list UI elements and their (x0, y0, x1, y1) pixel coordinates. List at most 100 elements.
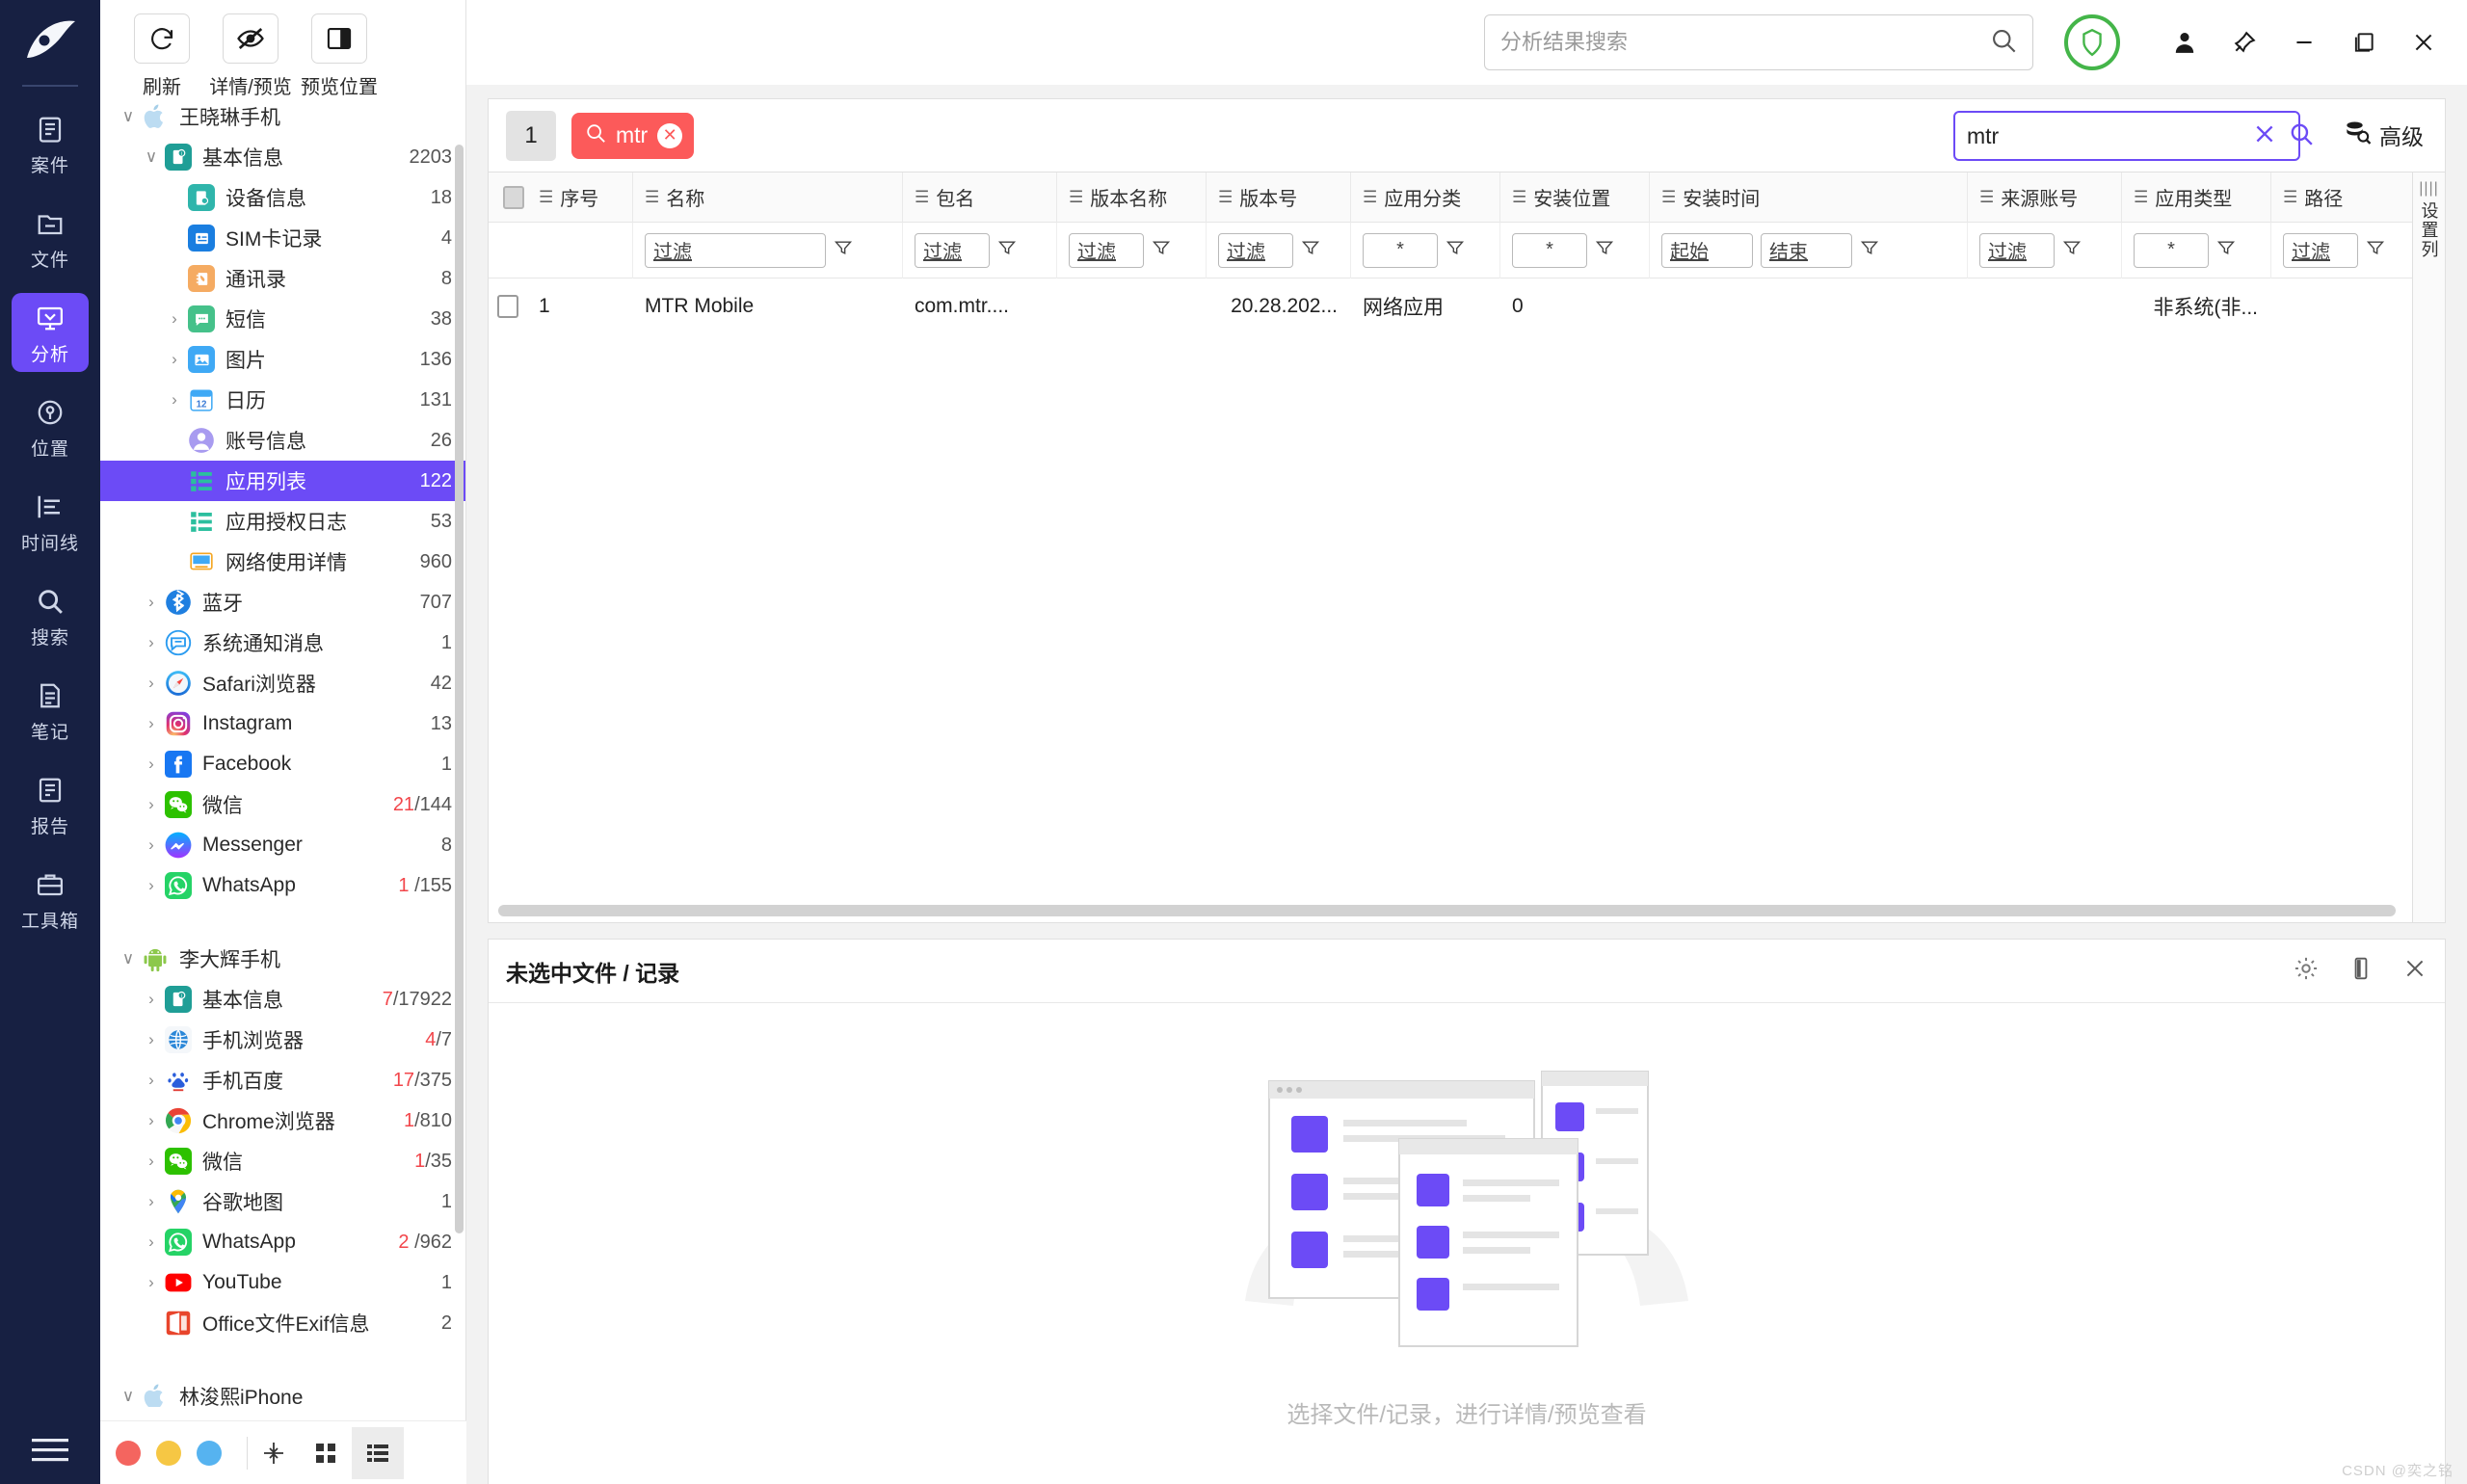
chevron-right-icon[interactable]: › (139, 876, 164, 895)
column-header-package[interactable]: ☰包名 (903, 172, 1057, 223)
tree-node[interactable]: ›微信1/35 (100, 1141, 465, 1181)
rail-item-工具箱[interactable]: 工具箱 (12, 860, 89, 939)
status-dot-yellow[interactable] (156, 1441, 181, 1466)
menu-burger-button[interactable] (0, 1438, 100, 1463)
tree-node[interactable]: ›WhatsApp2 /962 (100, 1222, 465, 1262)
select-all-checkbox[interactable] (489, 172, 527, 223)
chevron-right-icon[interactable]: › (162, 309, 187, 329)
column-menu-icon[interactable]: ☰ (1979, 188, 1994, 207)
column-header-account[interactable]: ☰来源账号 (1968, 172, 2122, 223)
column-menu-icon[interactable]: ☰ (645, 188, 659, 207)
column-header-installpos[interactable]: ☰安装位置 (1500, 172, 1650, 223)
tree-node[interactable]: 应用列表122 (100, 461, 465, 501)
checkbox-icon[interactable] (503, 186, 524, 209)
rail-item-分析[interactable]: 分析 (12, 293, 89, 372)
filter-funnel-icon[interactable] (1595, 238, 1614, 263)
chevron-right-icon[interactable]: › (139, 835, 164, 855)
maximize-icon[interactable] (2348, 26, 2380, 59)
global-search-input[interactable] (1500, 30, 1990, 55)
chevron-right-icon[interactable]: › (162, 350, 187, 369)
chevron-right-icon[interactable]: › (139, 1192, 164, 1211)
column-header-vername[interactable]: ☰版本名称 (1057, 172, 1207, 223)
checkbox-icon[interactable] (497, 295, 518, 318)
chevron-down-icon[interactable]: ∨ (116, 1387, 141, 1406)
chevron-right-icon[interactable]: › (139, 990, 164, 1009)
chevron-right-icon[interactable]: › (139, 1030, 164, 1049)
chevron-right-icon[interactable]: › (139, 755, 164, 774)
filter-funnel-icon[interactable] (997, 238, 1017, 263)
column-header-seq[interactable]: ☰序号 (527, 172, 633, 223)
search-icon[interactable] (1990, 27, 2017, 59)
chevron-right-icon[interactable]: › (139, 593, 164, 612)
list-view-icon[interactable] (352, 1427, 404, 1479)
tree-node[interactable]: 设备信息18 (100, 177, 465, 218)
panel-layout-icon[interactable] (2348, 956, 2374, 986)
chevron-right-icon[interactable]: › (162, 390, 187, 410)
tree-node[interactable]: SIM卡记录4 (100, 218, 465, 258)
tree-node[interactable]: ∨林浚熙iPhone (100, 1376, 465, 1407)
column-menu-icon[interactable]: ☰ (915, 188, 929, 207)
tree-node[interactable]: ›WhatsApp1 /155 (100, 865, 465, 906)
tree-node[interactable]: ›Facebook1 (100, 744, 465, 784)
pin-icon[interactable] (2228, 26, 2261, 59)
filter-funnel-icon[interactable] (2216, 238, 2236, 263)
chevron-right-icon[interactable]: › (139, 1111, 164, 1130)
device-tree[interactable]: ∨王晓琳手机∨i基本信息2203设备信息18SIM卡记录4通讯录8›短信38›图… (100, 96, 465, 1407)
rail-item-笔记[interactable]: 笔记 (12, 671, 89, 750)
chevron-down-icon[interactable]: ∨ (116, 107, 141, 126)
chevron-down-icon[interactable]: ∨ (139, 147, 164, 167)
result-search-box[interactable] (1953, 111, 2300, 161)
tree-node[interactable]: ›蓝牙707 (100, 582, 465, 623)
tree-node[interactable]: ›i基本信息7/17922 (100, 979, 465, 1020)
column-header-vercode[interactable]: ☰版本号 (1207, 172, 1351, 223)
search-tag-chip[interactable]: mtr ✕ (571, 113, 694, 159)
refresh-button[interactable]: 刷新 (118, 13, 206, 99)
tree-node[interactable]: ∨王晓琳手机 (100, 96, 465, 137)
column-menu-icon[interactable]: ☰ (1363, 188, 1377, 207)
tree-node[interactable]: 网络使用详情960 (100, 542, 465, 582)
chevron-right-icon[interactable]: › (139, 1152, 164, 1171)
filter-funnel-icon[interactable] (1446, 238, 1465, 263)
rail-item-文件[interactable]: 文件 (12, 199, 89, 278)
row-checkbox[interactable] (489, 278, 527, 334)
column-menu-icon[interactable]: ☰ (1218, 188, 1233, 207)
tree-node[interactable]: 应用授权日志53 (100, 501, 465, 542)
minimize-icon[interactable] (2288, 26, 2321, 59)
tree-node[interactable]: 账号信息26 (100, 420, 465, 461)
clear-icon[interactable] (2252, 121, 2277, 151)
table-row[interactable]: 1MTR Mobilecom.mtr....20.28.202...网络应用0非… (489, 278, 2445, 334)
rail-item-搜索[interactable]: 搜索 (12, 576, 89, 655)
tree-node[interactable]: ›系统通知消息1 (100, 623, 465, 663)
column-menu-icon[interactable]: ☰ (2134, 188, 2148, 207)
result-search-input[interactable] (1967, 123, 2252, 149)
filter-input-vercode[interactable]: 过滤 (1218, 233, 1293, 268)
tree-scrollbar[interactable] (455, 145, 464, 1233)
table-horizontal-scrollbar[interactable] (489, 905, 2445, 916)
chevron-right-icon[interactable]: › (139, 1273, 164, 1292)
filter-input-category[interactable]: * (1363, 233, 1438, 268)
chevron-right-icon[interactable]: › (139, 633, 164, 652)
chevron-down-icon[interactable]: ∨ (116, 949, 141, 968)
filter-input-installtime-start[interactable]: 起始 (1661, 233, 1753, 268)
column-menu-icon[interactable]: ☰ (1512, 188, 1526, 207)
chevron-right-icon[interactable]: › (139, 1232, 164, 1252)
tree-node[interactable]: ›Chrome浏览器1/810 (100, 1100, 465, 1141)
tree-node[interactable]: ›谷歌地图1 (100, 1181, 465, 1222)
filter-input-name[interactable]: 过滤 (645, 233, 826, 268)
rail-item-时间线[interactable]: 时间线 (12, 482, 89, 561)
filter-funnel-icon[interactable] (1301, 238, 1320, 263)
advanced-search-button[interactable]: 高级 (2345, 119, 2424, 151)
grid-view-icon[interactable] (300, 1427, 352, 1479)
global-search-box[interactable] (1484, 14, 2033, 70)
column-menu-icon[interactable]: ☰ (1661, 188, 1676, 207)
column-header-installtime[interactable]: ☰安装时间 (1650, 172, 1968, 223)
chevron-right-icon[interactable]: › (139, 714, 164, 733)
gear-icon[interactable] (2293, 955, 2320, 987)
column-settings-button[interactable]: |||| 设置列 (2412, 172, 2445, 922)
filter-funnel-icon[interactable] (1860, 238, 1879, 263)
chevron-right-icon[interactable]: › (139, 674, 164, 693)
search-icon[interactable] (2289, 121, 2314, 151)
user-icon[interactable] (2168, 26, 2201, 59)
sort-icon[interactable] (248, 1427, 300, 1479)
chevron-right-icon[interactable]: › (139, 1071, 164, 1090)
